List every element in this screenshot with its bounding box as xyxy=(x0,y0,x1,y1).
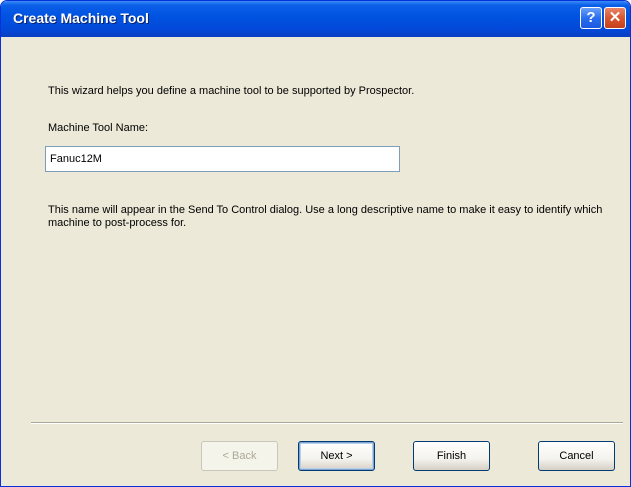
back-button[interactable]: < Back xyxy=(201,441,278,471)
close-icon[interactable]: ✕ xyxy=(604,7,626,29)
cancel-button[interactable]: Cancel xyxy=(538,441,615,471)
window-title: Create Machine Tool xyxy=(13,10,149,26)
hint-text: This name will appear in the Send To Con… xyxy=(48,204,603,229)
wizard-body: This wizard helps you define a machine t… xyxy=(1,37,630,486)
machine-tool-name-label: Machine Tool Name: xyxy=(48,122,149,134)
help-icon[interactable]: ? xyxy=(580,7,602,29)
intro-text: This wizard helps you define a machine t… xyxy=(48,85,415,97)
title-bar[interactable]: Create Machine Tool ? ✕ xyxy=(1,1,630,37)
create-machine-tool-dialog: Create Machine Tool ? ✕ This wizard help… xyxy=(0,0,631,487)
next-button[interactable]: Next > xyxy=(298,441,375,471)
finish-button[interactable]: Finish xyxy=(413,441,490,471)
machine-tool-name-input[interactable] xyxy=(45,146,400,172)
divider xyxy=(31,422,623,424)
